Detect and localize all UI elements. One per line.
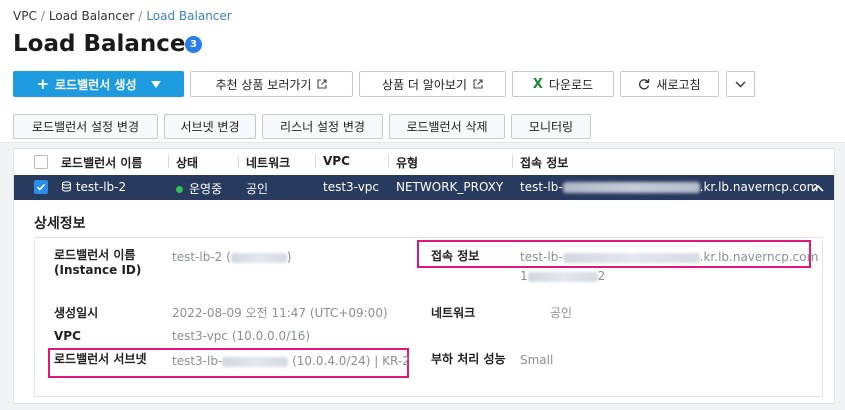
access-ip-prefix: 1 (520, 269, 528, 283)
row-name-cell: test-lb-2 (61, 180, 126, 194)
check-icon (36, 183, 46, 191)
excel-icon: X (532, 76, 543, 92)
name-value-prefix: test-lb-2 ( (172, 250, 231, 264)
recommend-label: 추천 상품 보러가기 (215, 77, 312, 92)
instance-id-label: (Instance ID) (54, 263, 142, 277)
database-icon (62, 181, 71, 192)
table-header: 로드밸런서 이름 상태 네트워크 VPC 유형 접속 정보 (14, 149, 834, 175)
vpc-label: VPC (54, 329, 81, 343)
status-running-icon (176, 186, 183, 193)
detail-section-title: 상세정보 (34, 216, 86, 232)
row-status-cell: 운영중 (176, 180, 222, 197)
caret-down-icon (150, 77, 161, 91)
row-checkbox[interactable] (34, 180, 48, 194)
redacted-text (562, 252, 700, 263)
learn-more-label: 상품 더 알아보기 (382, 77, 467, 92)
access-ip-value: 12 (520, 269, 605, 284)
col-type[interactable]: 유형 (396, 154, 418, 171)
learn-more-button[interactable]: 상품 더 알아보기 (359, 71, 506, 97)
count-badge: 3 (185, 36, 202, 53)
col-network[interactable]: 네트워크 (246, 154, 290, 171)
refresh-icon (639, 79, 650, 90)
row-access-suffix: .kr.lb.naverncp.com (699, 180, 819, 194)
col-vpc[interactable]: VPC (323, 154, 350, 168)
row-access-info: test-lb- .kr.lb.naverncp.com (520, 180, 818, 194)
refresh-button[interactable]: 새로고침 (620, 71, 719, 97)
performance-label: 부하 처리 성능 (431, 352, 506, 366)
created-label: 생성일시 (54, 306, 99, 320)
network-value: 공인 (550, 306, 573, 320)
chevron-up-icon (812, 184, 824, 192)
subnet-suffix: (10.0.4.0/24) | KR-2 (288, 354, 410, 368)
vpc-value: test3-vpc (10.0.0.0/16) (172, 329, 311, 343)
access-info-value: test-lb- .kr.lb.naverncp.com (520, 250, 818, 265)
load-balancer-table-panel: 로드밸런서 이름 상태 네트워크 VPC 유형 접속 정보 test-lb-2 … (13, 148, 835, 404)
col-access-info[interactable]: 접속 정보 (520, 154, 568, 171)
chevron-down-icon (735, 81, 746, 87)
page-title: Load Balancer (13, 31, 197, 57)
breadcrumb-current: Load Balancer (146, 9, 232, 23)
col-status[interactable]: 상태 (176, 154, 198, 171)
refresh-label: 새로고침 (656, 77, 701, 92)
name-value: test-lb-2 () (172, 250, 291, 265)
more-menu-button[interactable] (726, 71, 755, 97)
external-link-icon (473, 79, 483, 89)
external-link-icon (317, 79, 328, 89)
network-label: 네트워크 (431, 306, 476, 320)
select-all-checkbox[interactable] (34, 155, 48, 169)
access-ip-suffix: 2 (597, 269, 606, 283)
change-settings-button[interactable]: 로드밸런서 설정 변경 (13, 114, 158, 139)
name-label-text: 로드밸런서 이름 (54, 248, 136, 262)
row-network: 공인 (246, 182, 269, 196)
download-label: 다운로드 (548, 77, 594, 92)
breadcrumb-load-balancer[interactable]: Load Balancer (49, 9, 134, 23)
redacted-text (527, 271, 598, 282)
performance-value: Small (520, 353, 554, 367)
delete-load-balancer-button[interactable]: 로드밸런서 삭제 (389, 114, 505, 139)
created-value: 2022-08-09 오전 11:47 (UTC+09:00) (172, 306, 388, 320)
access-info-label: 접속 정보 (431, 249, 480, 263)
detail-panel: 로드밸런서 이름 (Instance ID) test-lb-2 () 접속 정… (34, 237, 823, 397)
redacted-text (230, 252, 287, 263)
access-suffix: .kr.lb.naverncp.com (699, 250, 819, 264)
download-button[interactable]: X 다운로드 (512, 71, 614, 97)
change-subnet-button[interactable]: 서브넷 변경 (164, 114, 256, 139)
plus-icon: + (36, 75, 50, 93)
col-name[interactable]: 로드밸런서 이름 (61, 154, 142, 171)
table-row[interactable]: test-lb-2 운영중 공인 test3-vpc NETWORK_PROXY… (14, 175, 834, 200)
subnet-value: test3-lb- (10.0.4.0/24) | KR-2 (172, 354, 410, 369)
create-load-balancer-button[interactable]: + 로드밸런서 생성 (13, 71, 184, 97)
redacted-text (222, 356, 289, 367)
monitoring-button[interactable]: 모니터링 (511, 114, 591, 139)
collapse-row-button[interactable] (812, 181, 824, 195)
row-name: test-lb-2 (75, 180, 127, 194)
row-type: NETWORK_PROXY (396, 180, 504, 194)
breadcrumb-vpc[interactable]: VPC (13, 9, 37, 23)
recommend-products-button[interactable]: 추천 상품 보러가기 (190, 71, 353, 97)
subnet-label: 로드밸런서 서브넷 (54, 352, 147, 366)
create-button-label: 로드밸런서 생성 (55, 77, 137, 92)
row-vpc: test3-vpc (323, 180, 380, 194)
breadcrumb: VPC / Load Balancer / Load Balancer (13, 9, 232, 23)
redacted-text (562, 182, 700, 193)
subnet-prefix: test3-lb- (172, 354, 223, 368)
name-value-suffix: ) (286, 250, 292, 264)
access-prefix: test-lb- (520, 250, 563, 264)
row-status: 운영중 (189, 182, 223, 196)
row-access-prefix: test-lb- (520, 180, 563, 194)
change-listener-button[interactable]: 리스너 설정 변경 (262, 114, 383, 139)
name-label: 로드밸런서 이름 (Instance ID) (54, 248, 141, 278)
